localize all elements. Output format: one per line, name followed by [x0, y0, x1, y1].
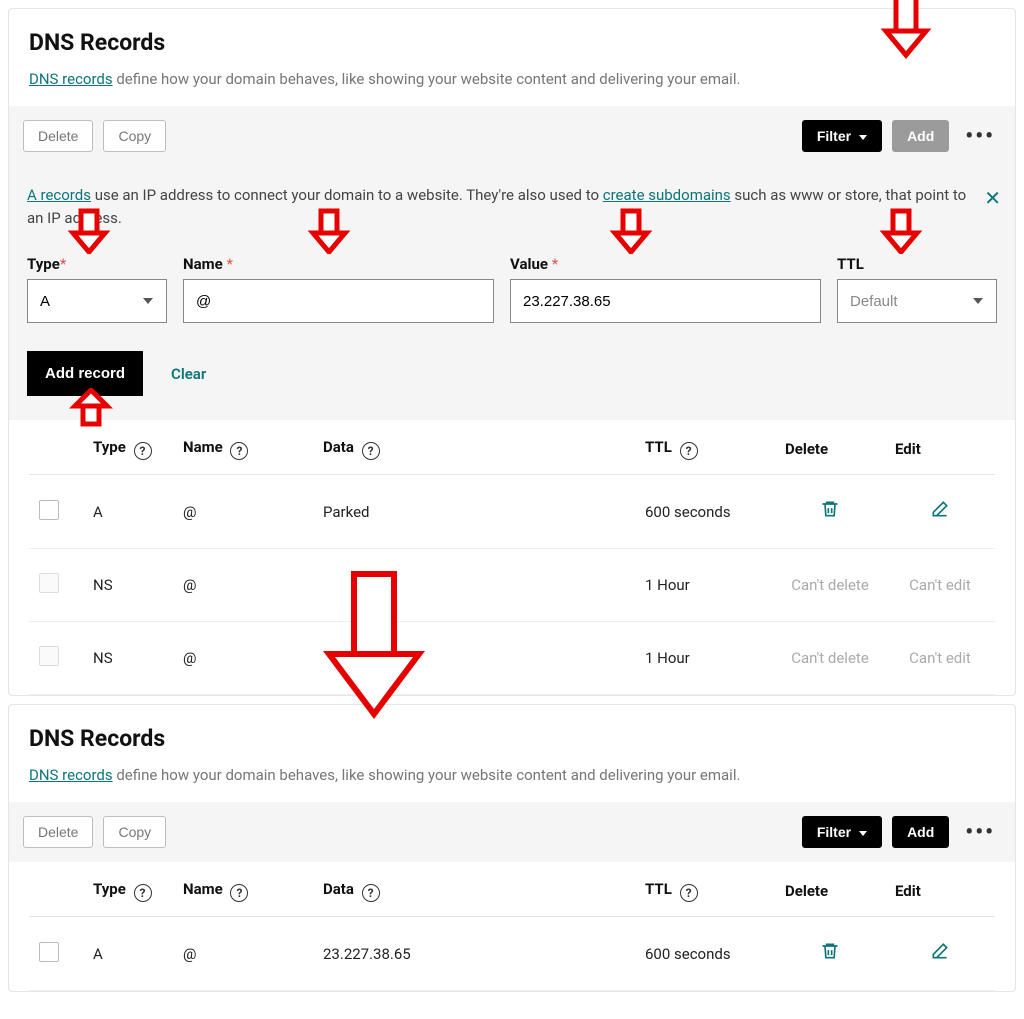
help-icon[interactable]: ?: [134, 884, 152, 902]
cell-name: @: [173, 917, 313, 991]
help-icon[interactable]: ?: [230, 884, 248, 902]
th-name: Name ?: [173, 420, 313, 475]
help-icon[interactable]: ?: [680, 442, 698, 460]
cell-type: A: [83, 917, 173, 991]
help-icon[interactable]: ?: [134, 442, 152, 460]
edit-icon[interactable]: [930, 503, 950, 524]
table-row: NS@1 Hour Can't delete Can't edit: [29, 549, 995, 622]
add-record-panel: ✕ A records use an IP address to connect…: [9, 166, 1015, 420]
dns-records-link[interactable]: DNS records: [29, 70, 113, 88]
dns-panel-2: DNS Records DNS records define how your …: [8, 704, 1016, 992]
help-icon[interactable]: ?: [362, 442, 380, 460]
value-input[interactable]: [510, 279, 821, 323]
copy-button[interactable]: Copy: [103, 816, 166, 848]
close-icon[interactable]: ✕: [984, 188, 1001, 208]
cell-ttl: 1 Hour: [635, 549, 775, 622]
record-form: Type* A Name * Value * TTL Default: [27, 255, 997, 323]
type-select[interactable]: A: [27, 279, 167, 323]
filter-button[interactable]: Filter: [802, 120, 882, 152]
name-input[interactable]: [183, 279, 494, 323]
subtitle: DNS records define how your domain behav…: [29, 70, 995, 88]
cell-data: 23.227.38.65: [313, 917, 635, 991]
create-subdomains-link[interactable]: create subdomains: [603, 186, 731, 204]
ttl-label: TTL: [837, 255, 997, 273]
dns-records-link[interactable]: DNS records: [29, 766, 113, 784]
cell-type: A: [83, 475, 173, 549]
a-records-link[interactable]: A records: [27, 186, 91, 204]
cell-name: @: [173, 475, 313, 549]
ttl-select[interactable]: Default: [837, 279, 997, 323]
cell-type: NS: [83, 549, 173, 622]
delete-button[interactable]: Delete: [23, 816, 93, 848]
th-ttl: TTL ?: [635, 420, 775, 475]
cant-edit-label: Can't edit: [909, 576, 971, 594]
th-delete: Delete: [775, 420, 885, 475]
table-row: A@23.227.38.65600 seconds: [29, 917, 995, 991]
trash-icon[interactable]: [820, 945, 840, 966]
type-label: Type*: [27, 255, 167, 273]
cell-ttl: 1 Hour: [635, 622, 775, 695]
trash-icon[interactable]: [820, 503, 840, 524]
cell-name: @: [173, 549, 313, 622]
dns-panel-1: DNS Records DNS records define how your …: [8, 8, 1016, 696]
add-record-button[interactable]: Add record: [27, 351, 143, 396]
delete-button[interactable]: Delete: [23, 120, 93, 152]
more-menu-icon[interactable]: •••: [959, 820, 1001, 845]
row-checkbox[interactable]: [39, 942, 59, 962]
help-icon[interactable]: ?: [680, 884, 698, 902]
subtitle: DNS records define how your domain behav…: [29, 766, 995, 784]
help-icon[interactable]: ?: [230, 442, 248, 460]
info-text: A records use an IP address to connect y…: [27, 184, 997, 229]
cell-type: NS: [83, 622, 173, 695]
th-edit: Edit: [885, 862, 995, 917]
th-data: Data ?: [313, 862, 635, 917]
row-checkbox: [39, 646, 59, 666]
toolbar: Delete Copy Filter Add •••: [9, 802, 1015, 862]
help-icon[interactable]: ?: [362, 884, 380, 902]
toolbar: Delete Copy Filter Add •••: [9, 106, 1015, 166]
table-row: NS@1 Hour Can't delete Can't edit: [29, 622, 995, 695]
table-row: A@Parked600 seconds: [29, 475, 995, 549]
row-checkbox: [39, 573, 59, 593]
add-button[interactable]: Add: [892, 120, 949, 152]
th-name: Name ?: [173, 862, 313, 917]
cant-edit-label: Can't edit: [909, 649, 971, 667]
copy-button[interactable]: Copy: [103, 120, 166, 152]
edit-icon[interactable]: [930, 945, 950, 966]
records-table: Type ? Name ? Data ? TTL ? Delete Edit A…: [29, 420, 995, 695]
page-title: DNS Records: [29, 725, 995, 752]
th-edit: Edit: [885, 420, 995, 475]
subtitle-text: define how your domain behaves, like sho…: [113, 70, 741, 88]
clear-link[interactable]: Clear: [171, 365, 206, 383]
cant-delete-label: Can't delete: [791, 576, 869, 594]
cell-name: @: [173, 622, 313, 695]
th-type: Type ?: [83, 862, 173, 917]
name-label: Name *: [183, 255, 494, 273]
cant-delete-label: Can't delete: [791, 649, 869, 667]
filter-button[interactable]: Filter: [802, 816, 882, 848]
cell-ttl: 600 seconds: [635, 475, 775, 549]
row-checkbox[interactable]: [39, 500, 59, 520]
cell-data: Parked: [313, 475, 635, 549]
cell-ttl: 600 seconds: [635, 917, 775, 991]
more-menu-icon[interactable]: •••: [959, 124, 1001, 149]
cell-data: [313, 622, 635, 695]
add-button[interactable]: Add: [892, 816, 949, 848]
th-ttl: TTL ?: [635, 862, 775, 917]
th-type: Type ?: [83, 420, 173, 475]
th-data: Data ?: [313, 420, 635, 475]
page-title: DNS Records: [29, 29, 995, 56]
records-table: Type ? Name ? Data ? TTL ? Delete Edit A…: [29, 862, 995, 991]
value-label: Value *: [510, 255, 821, 273]
th-delete: Delete: [775, 862, 885, 917]
cell-data: [313, 549, 635, 622]
